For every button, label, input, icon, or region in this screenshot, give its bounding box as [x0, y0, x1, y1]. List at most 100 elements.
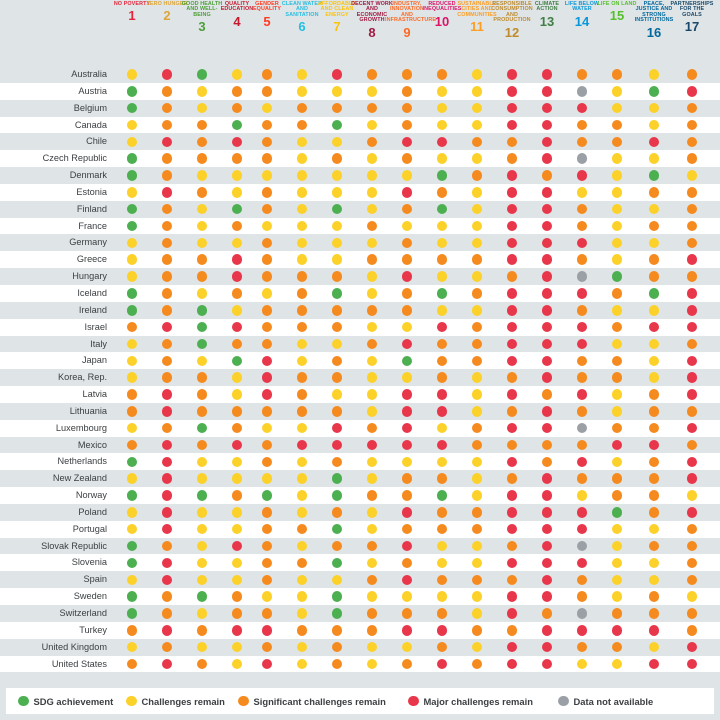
status-dot: [366, 591, 378, 602]
status-dot: [231, 422, 243, 434]
status-dot: [541, 540, 553, 552]
status-dot: [126, 591, 138, 602]
status-dot: [331, 220, 343, 232]
status-dot: [471, 574, 483, 585]
status-dot: [576, 220, 588, 232]
status-dot: [401, 490, 413, 501]
status-dot: [471, 422, 483, 434]
country-label: Denmark: [69, 170, 107, 181]
status-dot: [196, 406, 208, 417]
status-dot: [366, 69, 378, 80]
status-dot: [126, 523, 138, 535]
status-dot: [686, 456, 698, 468]
status-dot: [506, 389, 518, 400]
status-dot: [401, 574, 413, 585]
status-dot: [611, 490, 623, 501]
status-dot: [576, 338, 588, 350]
status-dot: [611, 86, 623, 97]
status-dot: [126, 490, 138, 501]
status-dot: [401, 591, 413, 602]
status-dot: [611, 422, 623, 434]
status-dot: [161, 288, 173, 299]
status-dot: [126, 271, 138, 282]
country-label: Spain: [83, 574, 108, 585]
status-dot: [331, 187, 343, 198]
status-dot: [196, 507, 208, 518]
status-dot: [231, 321, 243, 333]
legend-dot-unavailable: [558, 695, 569, 707]
status-dot: [196, 254, 208, 265]
status-dot: [196, 372, 208, 383]
table-row: United Kingdom: [0, 639, 720, 656]
status-dot: [231, 625, 243, 636]
status-dot: [611, 625, 623, 636]
status-dot: [331, 355, 343, 367]
status-dot: [366, 254, 378, 265]
status-dot: [366, 540, 378, 552]
status-dot: [296, 321, 308, 333]
status-dot: [436, 305, 448, 316]
status-dot: [471, 254, 483, 265]
country-label: Norway: [75, 490, 107, 501]
status-dot: [401, 608, 413, 619]
legend: SDG achievement Challenges remain Signific…: [6, 688, 714, 714]
status-dot: [126, 557, 138, 569]
status-dot: [296, 591, 308, 602]
status-dot: [576, 305, 588, 316]
status-dot: [686, 136, 698, 148]
status-dot: [331, 305, 343, 316]
status-dot: [366, 338, 378, 350]
status-dot: [471, 658, 483, 670]
status-dot: [366, 102, 378, 114]
status-dot: [401, 119, 413, 131]
status-dot: [126, 389, 138, 400]
status-dot: [196, 305, 208, 316]
status-dot: [436, 170, 448, 181]
status-dot: [541, 203, 553, 215]
status-dot: [196, 389, 208, 400]
status-dot: [296, 288, 308, 299]
status-dot: [196, 355, 208, 367]
status-dot: [196, 136, 208, 148]
status-dot: [506, 305, 518, 316]
status-dot: [541, 254, 553, 265]
status-dot: [231, 237, 243, 249]
status-dot: [126, 658, 138, 670]
status-dot: [231, 641, 243, 653]
status-dot: [576, 389, 588, 400]
status-dot: [296, 271, 308, 282]
status-dot: [506, 641, 518, 653]
status-dot: [161, 237, 173, 249]
status-dot: [686, 102, 698, 114]
status-dot: [401, 456, 413, 468]
status-dot: [331, 422, 343, 434]
status-dot: [331, 136, 343, 148]
status-dot: [541, 625, 553, 636]
status-dot: [261, 540, 273, 552]
status-dot: [648, 237, 660, 249]
status-dot: [401, 321, 413, 333]
status-dot: [231, 540, 243, 552]
status-dot: [366, 389, 378, 400]
status-dot: [296, 153, 308, 164]
status-dot: [506, 439, 518, 451]
table-row: Czech Republic: [0, 150, 720, 168]
status-dot: [576, 608, 588, 619]
status-dot: [686, 187, 698, 198]
status-dot: [648, 153, 660, 164]
status-dot: [196, 422, 208, 434]
status-dot: [366, 507, 378, 518]
status-dot: [611, 641, 623, 653]
status-dot: [196, 473, 208, 484]
table-row: Belgium: [0, 100, 720, 117]
status-dot: [331, 608, 343, 619]
status-dot: [611, 119, 623, 131]
status-dot: [506, 203, 518, 215]
status-dot: [686, 658, 698, 670]
status-dot: [576, 507, 588, 518]
status-dot: [611, 574, 623, 585]
status-dot: [296, 187, 308, 198]
status-dot: [261, 102, 273, 114]
status-dot: [231, 203, 243, 215]
status-dot: [436, 540, 448, 552]
